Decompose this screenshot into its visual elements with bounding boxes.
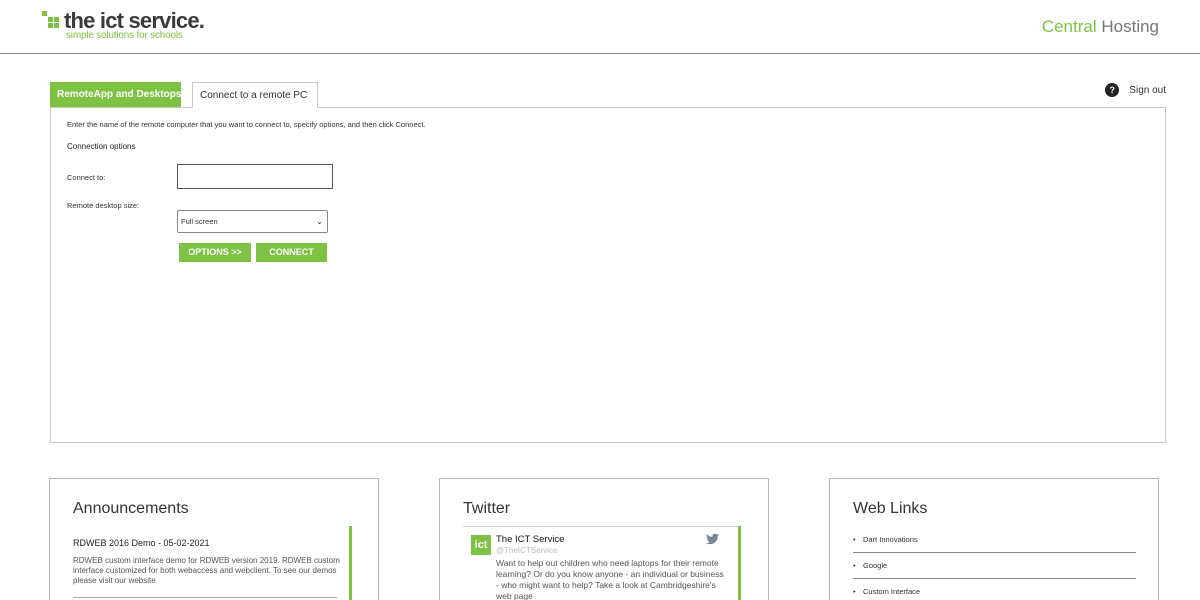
announcement-heading: RDWEB 2016 Demo - 05-02-2021 xyxy=(73,538,210,548)
divider xyxy=(853,552,1136,553)
bullet: • xyxy=(853,587,856,596)
divider xyxy=(463,526,741,527)
brand-title: Central Hosting xyxy=(1042,17,1159,37)
tab-remoteapp-and-desktops[interactable]: RemoteApp and Desktops xyxy=(50,82,181,107)
connect-panel: Enter the name of the remote computer th… xyxy=(50,107,1166,443)
size-select-value: Full screen xyxy=(181,217,218,226)
connect-to-input[interactable] xyxy=(177,164,333,189)
web-links-widget: Web Links • Dart Innovations • Google • … xyxy=(829,478,1159,600)
logo-tagline: simple solutions for schools xyxy=(66,30,183,41)
header: the ict service. simple solutions for sc… xyxy=(0,0,1200,54)
web-link-custom-interface[interactable]: • Custom Interface xyxy=(853,587,1135,596)
twitter-bird-icon[interactable] xyxy=(706,533,719,545)
connect-button[interactable]: CONNECT xyxy=(256,243,327,262)
announcement-body: RDWEB custom interface demo for RDWEB ve… xyxy=(73,556,340,585)
bullet: • xyxy=(853,561,856,570)
brand-title-part1: Central xyxy=(1041,17,1097,36)
web-link-dart-innovations[interactable]: • Dart Innovations xyxy=(853,535,1135,544)
twitter-widget: Twitter ict The ICT Service @TheICTServi… xyxy=(439,478,769,600)
web-links-title: Web Links xyxy=(853,500,928,517)
sign-out-link[interactable]: ? Sign out xyxy=(1105,83,1166,97)
announcements-widget: Announcements RDWEB 2016 Demo - 05-02-20… xyxy=(49,478,379,600)
scrollbar[interactable] xyxy=(349,526,352,600)
tweet-author-name[interactable]: The ICT Service xyxy=(496,534,564,545)
web-link-label[interactable]: Dart Innovations xyxy=(863,535,918,544)
chevron-down-icon: ⌄ xyxy=(316,217,323,226)
connect-to-label: Connect to: xyxy=(67,173,106,182)
remote-desktop-size-select[interactable]: Full screen ⌄ xyxy=(177,210,328,233)
sign-out-label[interactable]: Sign out xyxy=(1129,85,1166,96)
scrollbar[interactable] xyxy=(738,526,741,600)
logo-squares-icon xyxy=(42,11,60,29)
remote-desktop-size-label: Remote desktop size: xyxy=(67,201,140,210)
divider xyxy=(73,597,337,598)
web-link-google[interactable]: • Google xyxy=(853,561,1135,570)
announcements-title: Announcements xyxy=(73,500,189,517)
twitter-title: Twitter xyxy=(463,500,511,517)
options-button[interactable]: OPTIONS >> xyxy=(179,243,251,262)
divider xyxy=(853,578,1136,579)
web-link-label[interactable]: Custom Interface xyxy=(863,587,920,596)
tab-connect-to-remote-pc[interactable]: Connect to a remote PC xyxy=(192,82,318,108)
avatar[interactable]: ict xyxy=(471,535,491,555)
brand-title-part2: Hosting xyxy=(1101,17,1159,36)
bullet: • xyxy=(853,535,856,544)
web-link-label[interactable]: Google xyxy=(863,561,887,570)
help-icon[interactable]: ? xyxy=(1105,83,1120,97)
instructions-text: Enter the name of the remote computer th… xyxy=(67,120,426,129)
connection-options-heading: Connection options xyxy=(67,142,136,151)
tweet-author-handle[interactable]: @TheICTService xyxy=(496,546,557,555)
tweet-text: Want to help out children who need lapto… xyxy=(496,558,724,600)
